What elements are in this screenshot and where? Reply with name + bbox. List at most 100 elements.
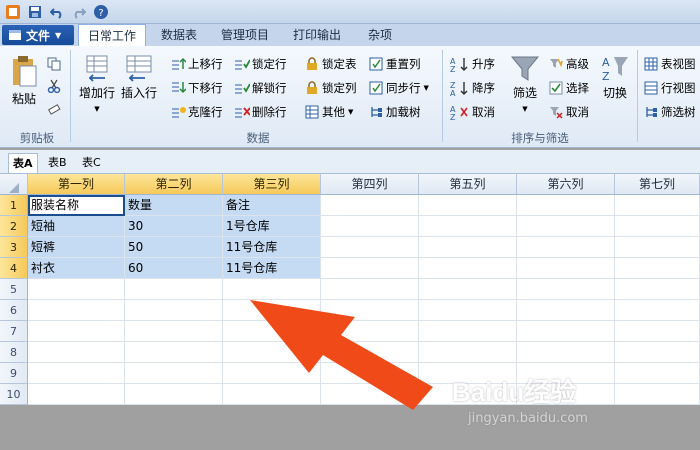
table-cell[interactable] xyxy=(28,279,125,300)
sort-cancel-button[interactable]: A Z 取消 xyxy=(450,104,495,120)
redo-icon[interactable] xyxy=(70,3,88,21)
table-cell[interactable]: 短裤 xyxy=(28,237,125,258)
table-cell[interactable]: 短袖 xyxy=(28,216,125,237)
cut-button[interactable] xyxy=(46,78,64,94)
table-cell[interactable] xyxy=(321,237,419,258)
eraser-button[interactable] xyxy=(46,100,64,116)
column-header[interactable]: 第六列 xyxy=(517,174,615,195)
filter-button[interactable]: 筛选 ▼ xyxy=(508,54,542,113)
tab-data-table[interactable]: 数据表 xyxy=(150,24,208,46)
tab-daily-work[interactable]: 日常工作 xyxy=(78,24,146,46)
tab-print-output[interactable]: 打印输出 xyxy=(284,24,350,46)
lock-table-button[interactable]: 锁定表 xyxy=(304,56,357,72)
tab-manage-project[interactable]: 管理项目 xyxy=(212,24,278,46)
select-filter-button[interactable]: 选择 xyxy=(548,80,589,96)
table-cell[interactable] xyxy=(28,342,125,363)
table-cell[interactable] xyxy=(419,237,517,258)
table-cell[interactable]: 30 xyxy=(125,216,223,237)
help-icon[interactable]: ? xyxy=(92,3,110,21)
row-view-button[interactable]: 行视图 xyxy=(643,80,696,96)
table-view-button[interactable]: 表视图 xyxy=(643,56,696,72)
table-cell[interactable]: 1号仓库 xyxy=(223,216,321,237)
other-button[interactable]: 其他 ▼ xyxy=(304,104,353,120)
insert-row-button[interactable]: 插入行 xyxy=(120,54,158,101)
table-cell[interactable] xyxy=(517,258,615,279)
row-header[interactable]: 10 xyxy=(0,384,28,405)
table-cell[interactable] xyxy=(28,384,125,405)
table-cell[interactable]: 衬衣 xyxy=(28,258,125,279)
table-cell[interactable]: 11号仓库 xyxy=(223,237,321,258)
filter-tree-button[interactable]: 筛选树 xyxy=(643,104,696,120)
move-down-button[interactable]: 下移行 xyxy=(170,80,223,96)
table-cell[interactable]: 50 xyxy=(125,237,223,258)
table-cell[interactable]: 11号仓库 xyxy=(223,258,321,279)
table-cell[interactable] xyxy=(615,342,700,363)
column-header[interactable]: 第二列 xyxy=(125,174,223,195)
row-header[interactable]: 7 xyxy=(0,321,28,342)
table-cell[interactable] xyxy=(517,195,615,216)
table-cell[interactable] xyxy=(419,258,517,279)
table-cell[interactable] xyxy=(28,363,125,384)
move-up-button[interactable]: 上移行 xyxy=(170,56,223,72)
row-header[interactable]: 3 xyxy=(0,237,28,258)
sync-row-button[interactable]: 同步行 ▼ xyxy=(368,80,429,96)
table-cell[interactable] xyxy=(517,300,615,321)
row-header[interactable]: 4 xyxy=(0,258,28,279)
column-header[interactable]: 第三列 xyxy=(223,174,321,195)
sort-desc-button[interactable]: Z A 降序 xyxy=(450,80,495,96)
table-cell[interactable] xyxy=(28,321,125,342)
table-cell[interactable] xyxy=(517,279,615,300)
table-cell[interactable] xyxy=(615,300,700,321)
row-header[interactable]: 6 xyxy=(0,300,28,321)
table-cell[interactable] xyxy=(517,342,615,363)
table-cell[interactable] xyxy=(615,321,700,342)
table-cell[interactable] xyxy=(125,342,223,363)
unlock-row-button[interactable]: 解锁行 xyxy=(234,80,287,96)
column-header[interactable]: 第一列 xyxy=(28,174,125,195)
row-header[interactable]: 8 xyxy=(0,342,28,363)
table-cell[interactable] xyxy=(125,279,223,300)
file-menu-button[interactable]: 文件 ▼ xyxy=(2,25,74,45)
table-cell[interactable] xyxy=(615,279,700,300)
table-cell[interactable]: 服装名称 xyxy=(28,195,125,216)
table-cell[interactable] xyxy=(125,321,223,342)
table-cell[interactable] xyxy=(125,300,223,321)
table-cell[interactable] xyxy=(419,195,517,216)
copy-button[interactable] xyxy=(46,56,64,72)
table-cell[interactable] xyxy=(615,195,700,216)
table-cell[interactable] xyxy=(321,258,419,279)
table-cell[interactable] xyxy=(517,237,615,258)
row-header[interactable]: 1 xyxy=(0,195,28,216)
paste-button[interactable]: 粘贴 xyxy=(6,54,42,107)
table-cell[interactable] xyxy=(321,195,419,216)
select-all-corner[interactable] xyxy=(0,174,28,195)
advanced-filter-button[interactable]: 高级 xyxy=(548,56,589,72)
delete-row-button[interactable]: 删除行 xyxy=(234,104,287,120)
clone-row-button[interactable]: 克隆行 xyxy=(170,104,223,120)
sheet-tab-b[interactable]: 表B xyxy=(44,153,71,173)
sort-asc-button[interactable]: A Z 升序 xyxy=(450,56,495,72)
table-cell[interactable] xyxy=(615,237,700,258)
add-row-button[interactable]: 增加行 ▼ xyxy=(76,54,118,113)
reset-col-button[interactable]: 重置列 xyxy=(368,56,421,72)
table-cell[interactable] xyxy=(321,216,419,237)
tab-misc[interactable]: 杂项 xyxy=(356,24,404,46)
table-cell[interactable] xyxy=(28,300,125,321)
save-icon[interactable] xyxy=(26,3,44,21)
column-header[interactable]: 第七列 xyxy=(615,174,700,195)
row-header[interactable]: 2 xyxy=(0,216,28,237)
row-header[interactable]: 5 xyxy=(0,279,28,300)
lock-col-button[interactable]: 锁定列 xyxy=(304,80,357,96)
load-tree-button[interactable]: 加载树 xyxy=(368,104,421,120)
table-cell[interactable]: 60 xyxy=(125,258,223,279)
filter-cancel-button[interactable]: 取消 xyxy=(548,104,589,120)
table-cell[interactable]: 数量 xyxy=(125,195,223,216)
undo-icon[interactable] xyxy=(48,3,66,21)
sheet-tab-a[interactable]: 表A xyxy=(8,153,38,173)
sheet-tab-c[interactable]: 表C xyxy=(78,153,105,173)
lock-row-button[interactable]: 锁定行 xyxy=(234,56,287,72)
table-cell[interactable] xyxy=(125,363,223,384)
table-cell[interactable] xyxy=(125,384,223,405)
table-cell[interactable] xyxy=(517,321,615,342)
table-cell[interactable] xyxy=(615,216,700,237)
